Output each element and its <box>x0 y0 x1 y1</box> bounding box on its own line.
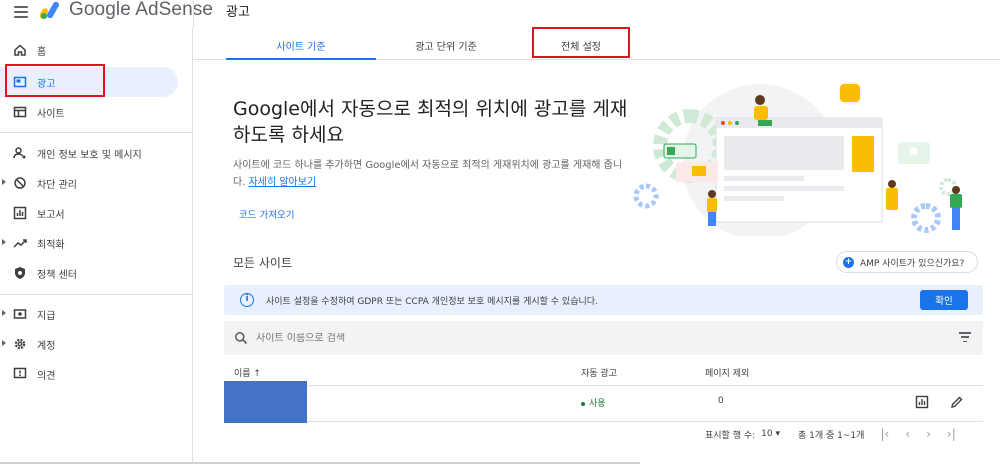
sites-table-header: 이름 ↑ 자동 광고 페이지 제외 <box>224 356 983 386</box>
column-header-name[interactable]: 이름 ↑ <box>234 366 261 379</box>
rows-per-page-select[interactable]: 10 ▾ <box>761 429 780 439</box>
amp-sites-button[interactable]: + AMP 사이트가 있으신가요? <box>836 251 978 273</box>
expand-caret-icon <box>2 310 6 316</box>
rows-per-page-label: 표시할 행 수: <box>705 430 756 441</box>
first-page-icon[interactable]: |‹ <box>880 427 889 441</box>
gear-icon <box>12 336 28 352</box>
expand-caret-icon <box>2 179 6 185</box>
sidebar-item-label: 보고서 <box>37 209 65 221</box>
sidebar-item-label: 최적화 <box>37 239 65 251</box>
privacy-icon <box>12 145 28 161</box>
excluded-pages-count: 0 <box>718 396 724 406</box>
add-icon: + <box>843 256 854 268</box>
banner-text: 사이트 설정을 수정하여 GDPR 또는 CCPA 개인정보 보호 메시지를 게… <box>266 296 598 307</box>
confirm-button[interactable]: 확인 <box>920 290 968 310</box>
adsense-logo-icon <box>40 1 59 19</box>
sidebar-item-label: 개인 정보 보호 및 메시지 <box>37 149 142 161</box>
redacted-site-name <box>224 381 307 423</box>
sidebar-divider <box>0 132 193 133</box>
edit-pencil-icon[interactable] <box>950 395 964 409</box>
last-page-icon[interactable]: ›| <box>947 427 956 441</box>
feedback-icon <box>12 366 28 382</box>
adsense-logo[interactable]: Google AdSense <box>40 0 213 20</box>
sidebar-item-label: 계정 <box>37 340 56 352</box>
sidebar-item-label: 사이트 <box>37 108 65 120</box>
sidebar-item-label: 지급 <box>37 310 56 322</box>
payments-icon <box>12 306 28 322</box>
sidebar-item-reports[interactable]: 보고서 <box>0 198 178 228</box>
sidebar-item-payments[interactable]: 지급 <box>0 299 178 329</box>
filter-icon[interactable] <box>959 332 971 342</box>
sidebar-item-home[interactable]: 홈 <box>0 35 178 65</box>
sidebar-item-privacy[interactable]: 개인 정보 보호 및 메시지 <box>0 138 178 168</box>
prev-page-icon[interactable]: ‹ <box>905 427 910 441</box>
reports-icon <box>12 205 28 221</box>
block-icon <box>12 175 28 191</box>
hero-title: Google에서 자동으로 최적의 위치에 광고를 게재하도록 하세요 <box>233 98 628 146</box>
sidebar-item-feedback[interactable]: 의견 <box>0 359 178 389</box>
sidebar-item-account[interactable]: 계정 <box>0 329 178 359</box>
sites-icon <box>12 104 28 120</box>
sidebar-item-label: 정책 센터 <box>37 269 77 281</box>
sidebar-divider <box>0 294 193 295</box>
table-row[interactable]: 사용 0 <box>224 381 983 423</box>
highlight-box-global-settings <box>532 27 630 58</box>
auto-ads-status-text: 사용 <box>589 399 606 409</box>
sidebar-item-label: 차단 관리 <box>37 179 77 191</box>
tab-by-site[interactable]: 사이트 기준 <box>226 30 376 60</box>
next-page-icon[interactable]: › <box>926 427 931 441</box>
sidebar-item-sites[interactable]: 사이트 <box>0 97 178 127</box>
tab-by-ad-unit[interactable]: 광고 단위 기준 <box>371 30 521 60</box>
auto-ads-illustration <box>633 81 962 236</box>
info-icon: i <box>240 293 254 307</box>
all-sites-title: 모든 사이트 <box>233 256 293 270</box>
amp-button-label: AMP 사이트가 있으신가요? <box>860 258 965 269</box>
site-search-input[interactable] <box>256 332 756 344</box>
home-icon <box>12 42 28 58</box>
active-tab-indicator <box>226 58 376 60</box>
gdpr-info-banner: i 사이트 설정을 수정하여 GDPR 또는 CCPA 개인정보 보호 메시지를… <box>224 285 983 315</box>
learn-more-link[interactable]: 자세히 알아보기 <box>249 177 317 188</box>
expand-caret-icon <box>2 239 6 245</box>
hero-description: 사이트에 코드 하나를 추가하면 Google에서 자동으로 최적의 게재위치에… <box>233 157 633 191</box>
policy-icon <box>12 265 28 281</box>
app-name: Google AdSense <box>69 0 214 20</box>
report-icon[interactable] <box>915 395 929 409</box>
table-pagination: 표시할 행 수: 10 ▾ 총 1개 중 1~1개 |‹ ‹ › ›| <box>705 427 956 441</box>
expand-caret-icon <box>2 340 6 346</box>
sidebar-item-blocking[interactable]: 차단 관리 <box>0 168 178 198</box>
search-icon <box>235 332 248 345</box>
rows-per-page-value: 10 <box>761 429 773 439</box>
auto-ads-status: 사용 <box>581 396 606 409</box>
highlight-box-ads <box>5 64 105 97</box>
top-bar: Google AdSense 광고 <box>0 0 1000 28</box>
sidebar-item-optimize[interactable]: 최적화 <box>0 228 178 258</box>
column-header-auto-ads: 자동 광고 <box>581 369 617 379</box>
optimize-icon <box>12 235 28 251</box>
sidebar-item-label: 의견 <box>37 370 56 382</box>
get-code-link[interactable]: 코드 가져오기 <box>239 207 294 221</box>
sidebar-item-label: 홈 <box>37 46 47 58</box>
header-divider <box>193 0 194 28</box>
pagination-range: 총 1개 중 1~1개 <box>798 430 865 441</box>
page-title: 광고 <box>226 5 250 20</box>
column-header-excluded-pages: 페이지 제외 <box>705 369 750 379</box>
sidebar-item-policy[interactable]: 정책 센터 <box>0 258 178 288</box>
site-search-bar <box>224 321 983 355</box>
menu-icon[interactable] <box>14 6 28 18</box>
